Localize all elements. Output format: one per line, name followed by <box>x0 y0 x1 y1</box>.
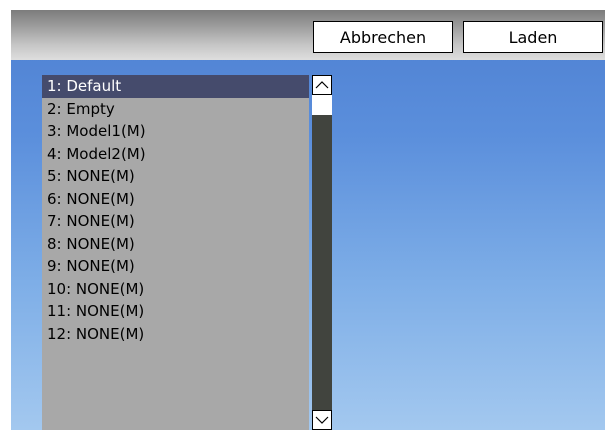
list-item[interactable]: 11: NONE(M) <box>42 300 309 323</box>
scroll-up-button[interactable] <box>312 75 332 95</box>
cancel-button[interactable]: Abbrechen <box>313 21 453 53</box>
model-list: 1: Default 2: Empty 3: Model1(M) 4: Mode… <box>42 75 332 430</box>
list-item[interactable]: 4: Model2(M) <box>42 143 309 166</box>
scroll-thumb[interactable] <box>312 95 332 115</box>
model-load-screen: Abbrechen Laden 1: Default 2: Empty 3: M… <box>11 10 605 430</box>
load-button[interactable]: Laden <box>463 21 603 53</box>
list-scrollbar[interactable] <box>312 75 332 430</box>
list-item[interactable]: 1: Default <box>42 75 309 98</box>
list-item[interactable]: 8: NONE(M) <box>42 233 309 256</box>
top-toolbar: Abbrechen Laden <box>11 10 605 60</box>
list-item[interactable]: 3: Model1(M) <box>42 120 309 143</box>
list-item[interactable]: 6: NONE(M) <box>42 188 309 211</box>
scroll-down-button[interactable] <box>312 410 332 430</box>
chevron-up-icon <box>315 81 329 89</box>
list-item[interactable]: 10: NONE(M) <box>42 278 309 301</box>
model-list-items: 1: Default 2: Empty 3: Model1(M) 4: Mode… <box>42 75 309 430</box>
list-item[interactable]: 9: NONE(M) <box>42 255 309 278</box>
chevron-down-icon <box>315 416 329 424</box>
list-item[interactable]: 12: NONE(M) <box>42 323 309 346</box>
list-item[interactable]: 7: NONE(M) <box>42 210 309 233</box>
list-item[interactable]: 5: NONE(M) <box>42 165 309 188</box>
list-item[interactable]: 2: Empty <box>42 98 309 121</box>
